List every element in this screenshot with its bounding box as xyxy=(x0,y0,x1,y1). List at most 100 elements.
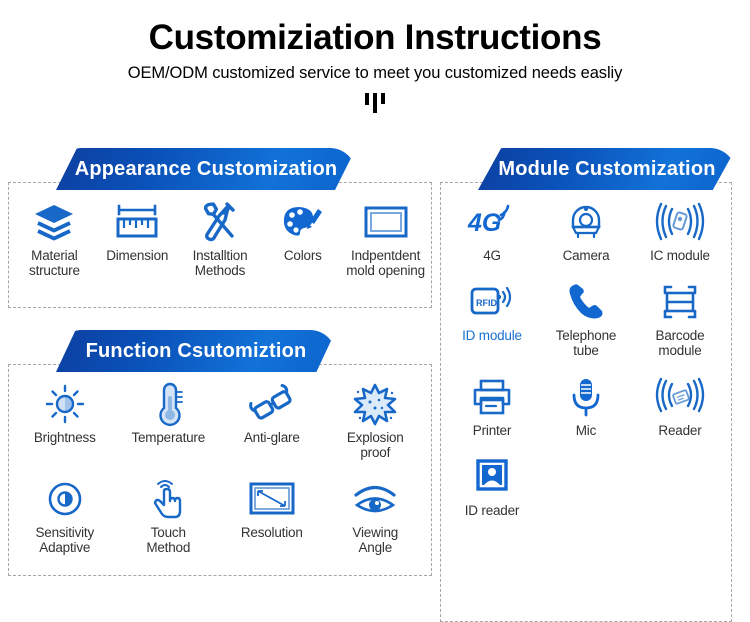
item-material-structure[interactable]: Material structure xyxy=(13,197,96,278)
item-temperature[interactable]: Temperature xyxy=(117,379,221,460)
item-printer[interactable]: Printer xyxy=(445,372,539,438)
item-label: Anti-glare xyxy=(243,430,300,445)
explosion-icon xyxy=(352,381,398,427)
item-sensitivity-adaptive[interactable]: Sensitivity Adaptive xyxy=(13,474,117,555)
palette-icon xyxy=(280,199,326,245)
item-independent-mold-opening[interactable]: Indpentdent mold opening xyxy=(344,197,427,278)
sections-spacer xyxy=(8,308,440,330)
left-column: Appearance Customization Material struct… xyxy=(0,148,440,622)
divider-bar-3 xyxy=(381,93,385,105)
item-resolution[interactable]: Resolution xyxy=(220,474,324,555)
item-label: Mic xyxy=(575,423,597,439)
item-label: ID reader xyxy=(464,503,520,519)
id-photo-icon xyxy=(471,454,513,500)
item-barcode-module[interactable]: Barcode module xyxy=(633,277,727,358)
item-telephone-tube[interactable]: Telephone tube xyxy=(539,277,633,358)
tools-icon xyxy=(197,199,243,245)
resolution-icon xyxy=(247,476,297,522)
banner-appearance-title: Appearance Customization xyxy=(74,158,338,180)
layers-icon xyxy=(32,199,76,245)
sunglasses-icon xyxy=(248,381,296,427)
function-items-box: Brightness Temperature Anti-glare Explos… xyxy=(8,364,432,576)
brightness-icon xyxy=(43,381,87,427)
item-label: Resolution xyxy=(240,525,303,541)
item-label: IC module xyxy=(650,248,710,263)
item-label: Brightness xyxy=(33,430,96,445)
item-label: Barcode module xyxy=(655,328,705,359)
appearance-items-box: Material structure Dimension Installtion… xyxy=(8,182,432,308)
banner-appearance: Appearance Customization xyxy=(56,148,356,190)
page-header: Customiziation Instructions OEM/ODM cust… xyxy=(0,0,750,119)
module-grid: 4G 4G Camera IC module RFID ID module Te… xyxy=(445,197,727,519)
banner-module-title: Module Customization xyxy=(498,158,716,180)
item-label: Touch Method xyxy=(146,525,191,556)
item-installation-methods[interactable]: Installtion Methods xyxy=(179,197,262,278)
item-label: ID module xyxy=(462,328,522,344)
item-label: Viewing Angle xyxy=(352,525,399,556)
item-brightness[interactable]: Brightness xyxy=(13,379,117,460)
module-items-box: 4G 4G Camera IC module RFID ID module Te… xyxy=(440,182,732,622)
item-label: 4G xyxy=(483,248,501,263)
ruler-icon xyxy=(114,199,160,245)
item-ic-module[interactable]: IC module xyxy=(633,197,727,263)
item-viewing-angle[interactable]: Viewing Angle xyxy=(324,474,428,555)
banner-function: Function Csutomiztion xyxy=(56,330,336,372)
svg-text:4G: 4G xyxy=(467,209,501,237)
item-colors[interactable]: Colors xyxy=(261,197,344,278)
page-subtitle: OEM/ODM customized service to meet you c… xyxy=(127,64,623,83)
section-function-customization: Function Csutomiztion Brightness Tempera… xyxy=(8,330,440,576)
item-label: Camera xyxy=(562,248,610,263)
item-dimension[interactable]: Dimension xyxy=(96,197,179,278)
right-column: Module Customization 4G 4G Camera IC mod… xyxy=(440,148,750,622)
touch-hand-icon xyxy=(146,476,190,522)
section-module-customization: Module Customization 4G 4G Camera IC mod… xyxy=(440,148,750,622)
module-row-gap-1 xyxy=(445,263,727,277)
item-label: Dimension xyxy=(106,248,169,263)
barcode-scan-icon xyxy=(657,279,703,325)
divider-bar-1 xyxy=(365,93,369,106)
sensitivity-icon xyxy=(43,476,87,522)
banner-function-title: Function Csutomiztion xyxy=(85,340,307,362)
camera-icon xyxy=(564,199,608,245)
item-label: Sensitivity Adaptive xyxy=(35,525,95,556)
item-id-module[interactable]: RFID ID module xyxy=(445,277,539,358)
function-grid: Brightness Temperature Anti-glare Explos… xyxy=(13,379,427,555)
mold-frame-icon xyxy=(362,199,410,245)
item-label: Temperature xyxy=(131,430,206,445)
module-row-gap-3 xyxy=(445,438,727,452)
item-touch-method[interactable]: Touch Method xyxy=(117,474,221,555)
svg-text:RFID: RFID xyxy=(476,298,497,308)
item-label: Telephone tube xyxy=(555,328,617,359)
module-row-gap-2 xyxy=(445,358,727,372)
4g-signal-icon: 4G xyxy=(466,199,518,245)
item-label: Reader xyxy=(658,423,702,439)
item-label: Explosion proof xyxy=(346,430,404,461)
microphone-icon xyxy=(566,374,606,420)
item-camera[interactable]: Camera xyxy=(539,197,633,263)
item-4g[interactable]: 4G 4G xyxy=(445,197,539,263)
item-label: Printer xyxy=(472,423,512,439)
printer-icon xyxy=(469,374,515,420)
item-explosion-proof[interactable]: Explosion proof xyxy=(324,379,428,460)
item-id-reader[interactable]: ID reader xyxy=(445,452,539,518)
section-appearance-customization: Appearance Customization Material struct… xyxy=(8,148,440,308)
item-mic[interactable]: Mic xyxy=(539,372,633,438)
content-columns: Appearance Customization Material struct… xyxy=(0,148,750,622)
function-row-gap xyxy=(13,460,427,474)
item-reader[interactable]: Reader xyxy=(633,372,727,438)
thermometer-icon xyxy=(148,381,188,427)
banner-module: Module Customization xyxy=(478,148,736,190)
ic-module-icon xyxy=(654,199,706,245)
item-label: Colors xyxy=(283,248,322,263)
item-label: Installtion Methods xyxy=(192,248,248,279)
item-label: Indpentdent mold opening xyxy=(346,248,425,279)
page-title: Customiziation Instructions xyxy=(148,18,602,57)
appearance-grid: Material structure Dimension Installtion… xyxy=(13,197,427,278)
eye-icon xyxy=(351,476,399,522)
card-reader-icon xyxy=(654,374,706,420)
item-label: Material structure xyxy=(29,248,80,279)
item-anti-glare[interactable]: Anti-glare xyxy=(220,379,324,460)
title-divider-bars xyxy=(0,93,750,119)
divider-bar-2 xyxy=(373,93,377,114)
rfid-card-icon: RFID xyxy=(468,279,516,325)
